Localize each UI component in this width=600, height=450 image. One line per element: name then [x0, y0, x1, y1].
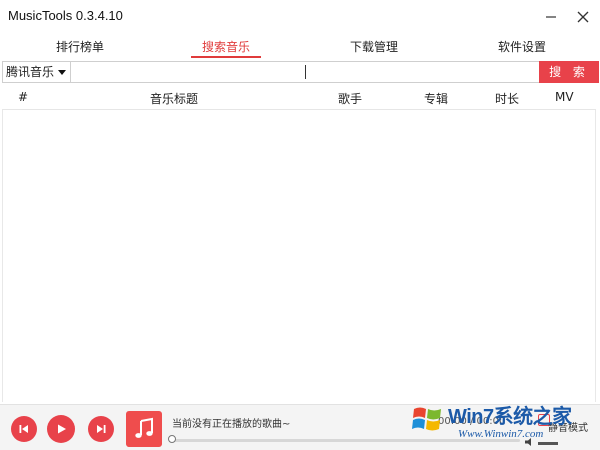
- playback-time: 00:00 / 00:00: [438, 416, 506, 427]
- volume-icon[interactable]: [524, 437, 536, 447]
- next-track-button[interactable]: [88, 416, 114, 442]
- progress-slider[interactable]: [168, 435, 520, 443]
- now-playing-text: 当前没有正在播放的歌曲~: [172, 419, 291, 430]
- previous-track-button[interactable]: [11, 416, 37, 442]
- search-button[interactable]: 搜 索: [539, 61, 599, 83]
- column-title[interactable]: 音乐标题: [150, 90, 198, 107]
- tab-charts[interactable]: 排行榜单: [40, 38, 120, 58]
- progress-handle[interactable]: [168, 435, 176, 443]
- results-table-header: # 音乐标题 歌手 专辑 时长 MV: [2, 84, 596, 110]
- previous-track-icon: [19, 425, 28, 433]
- player-bar: 当前没有正在播放的歌曲~ 00:00 / 00:00 静音模式: [0, 404, 600, 450]
- album-art: [126, 411, 162, 447]
- tab-settings[interactable]: 软件设置: [482, 38, 562, 58]
- tab-search-music[interactable]: 搜索音乐: [186, 38, 266, 58]
- column-index[interactable]: #: [18, 90, 28, 104]
- results-table-body[interactable]: [2, 110, 596, 402]
- search-bar: 腾讯音乐 搜 索: [2, 61, 599, 83]
- music-source-dropdown[interactable]: 腾讯音乐: [3, 62, 71, 82]
- close-button[interactable]: [572, 6, 594, 28]
- active-tab-indicator: [191, 56, 261, 58]
- column-album[interactable]: 专辑: [424, 90, 448, 107]
- main-tabs: 排行榜单 搜索音乐 下载管理 软件设置: [0, 34, 600, 60]
- play-icon: [58, 424, 66, 434]
- mute-mode-label: 静音模式: [548, 423, 588, 434]
- title-bar: MusicTools 0.3.4.10: [0, 0, 600, 34]
- text-cursor: [305, 65, 306, 79]
- minimize-icon: [546, 16, 556, 18]
- app-window: MusicTools 0.3.4.10 排行榜单 搜索音乐 下载管理 软件设置 …: [0, 0, 600, 450]
- column-artist[interactable]: 歌手: [338, 90, 362, 107]
- music-note-icon: [135, 417, 153, 438]
- dropdown-caret-icon: [58, 70, 66, 75]
- close-icon: [577, 11, 589, 23]
- column-mv[interactable]: MV: [555, 90, 574, 104]
- minimize-button[interactable]: [540, 6, 562, 28]
- volume-slider[interactable]: [538, 442, 558, 445]
- column-duration[interactable]: 时长: [495, 90, 519, 107]
- play-button[interactable]: [47, 415, 75, 443]
- app-title: MusicTools 0.3.4.10: [8, 8, 123, 23]
- music-source-value: 腾讯音乐: [6, 65, 55, 79]
- next-track-icon: [97, 425, 106, 433]
- tab-download-manager[interactable]: 下载管理: [334, 38, 414, 58]
